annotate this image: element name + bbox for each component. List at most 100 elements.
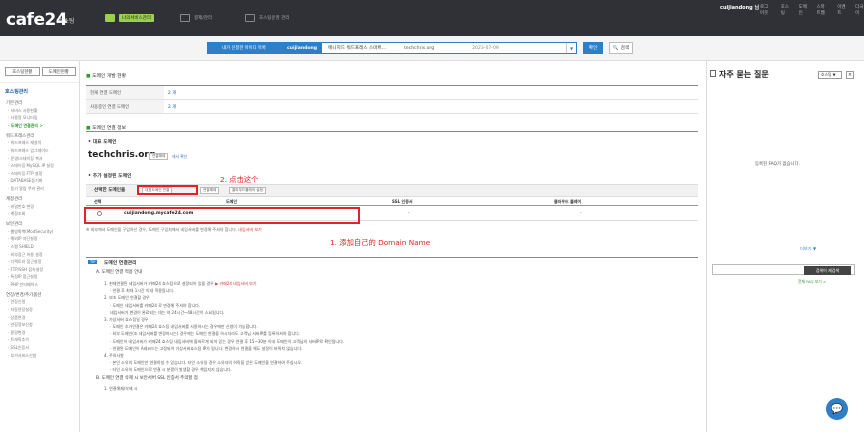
sidebar-item[interactable]: · 용량변경	[0, 329, 79, 337]
tab-hosting-ops[interactable]: 호스팅운영 관리	[245, 11, 289, 25]
faq-more-link[interactable]: 더보기 ▼	[800, 246, 816, 252]
sidebar-item[interactable]: · PHP 인터페이스	[0, 281, 79, 289]
tip-badge: TIP	[88, 260, 98, 264]
row-cloudflare: -	[580, 211, 582, 216]
domain-link[interactable]: 도메인	[799, 4, 808, 16]
guide-line: · 외부 도메인(조 네임서버를 변경하시는) 경우에는 도메인 연결을 하시더…	[110, 331, 301, 337]
top-bar: cafe24 호스팅 나의서비스관리 결제/관리 호스팅운영 관리 cuijia…	[0, 0, 864, 36]
faq-book-icon	[710, 70, 716, 77]
rep-domain: techchris.org	[88, 150, 156, 160]
logout-link[interactable]: 로그아웃	[760, 4, 772, 16]
guide-line: 네임서버가 변경이 완료되는 데는 약 24시간~48시간이 소요됩니다.	[110, 309, 225, 315]
hosting-link[interactable]: 호스팅	[781, 4, 790, 16]
close-icon[interactable]: ×	[846, 71, 854, 79]
sidebar-group-title: 계정관리	[6, 196, 23, 202]
highlight-box-step2	[137, 185, 198, 195]
top-username: cuijiandong 님	[720, 5, 760, 11]
left-sidebar: 호스팅현황 도메인현황 호스팅관리 기본관리 · 서비스 사용현황 · 사용량 모니…	[0, 61, 80, 432]
guide-line: B. 도메인 연결 삭제 시 보안서버 SSL 인증서 주의할 점	[96, 375, 198, 381]
sidebar-item[interactable]: · SSL인증서	[0, 344, 79, 352]
monitor-icon	[105, 14, 115, 22]
guide-title: 도메인 연결관리	[104, 261, 137, 266]
sidebar-group-title: 연장/변경/추가옵션	[6, 292, 42, 298]
tab-my-service[interactable]: 나의서비스관리	[105, 11, 154, 25]
sidebar-item[interactable]: · 스테이징 MySQL IP 설정	[0, 163, 79, 171]
chat-help-icon[interactable]: 💬	[826, 398, 848, 420]
guide-line: A. 도메인 연결 적용 안내	[96, 270, 143, 275]
rep-disconnect-button[interactable]: 연결해제	[149, 153, 169, 160]
faq-all-link[interactable]: 전체 FAQ 보기 >	[798, 279, 826, 285]
sidebar-item[interactable]: · 서비스 사용현황	[0, 107, 79, 115]
rep-check-link[interactable]: 에서 확인	[172, 154, 187, 160]
sidebar-item[interactable]: · 상품변경	[0, 314, 79, 322]
nameserver-link[interactable]: 네임서버 보기	[238, 227, 261, 232]
sidebar-item[interactable]: · 비밀번호 변경	[0, 203, 79, 211]
table-row: 사용중인 연결 도메인 2 개	[86, 100, 698, 114]
account-list-label: 내가 신청한 아이디 목록	[207, 42, 281, 54]
sidebar-item[interactable]: · 스팸 SHIELD	[0, 243, 79, 251]
info-section-title: ■ 도메인 연결 정보	[86, 126, 127, 131]
search-icon: 🔍	[612, 45, 619, 51]
guide-line: · 타인 소유의 도메인으로 연결 시 분쟁이 발생할 경우 책임지지 않습니다…	[110, 367, 232, 373]
search-button[interactable]: 🔍 검색	[609, 42, 633, 54]
sidebar-item[interactable]: · 계정조회	[0, 211, 79, 219]
logo-subtitle: 호스팅	[58, 18, 75, 25]
sidebar-item[interactable]: · 동기 알림 쿠키 관리	[0, 185, 79, 193]
sidebar-item[interactable]: · 웹방화벽(ModSecurity)	[0, 228, 79, 236]
event-link[interactable]: 이벤트	[837, 4, 846, 16]
guide-line: 4. 주의사항	[104, 353, 124, 358]
tab-billing[interactable]: 결제/관리	[180, 11, 212, 25]
guide-line: · 도메인 네임서버를 카페24 로 변경해 주셔야 합니다.	[110, 302, 201, 308]
faq-title: 자주 묻는 질문	[719, 70, 769, 79]
account-select[interactable]: cuijiandong 매니지드 워드프레스 스마트... techchris.…	[281, 42, 577, 54]
guide-line: 1. 현재연결된 네임서버가 카페24 호스팅으로 설정되어 있을 경우 ▶ 카…	[104, 281, 257, 286]
faq-search-button[interactable]: 검색어 재검색	[804, 266, 851, 275]
tab-hosting-status[interactable]: 호스팅현황	[5, 67, 40, 76]
sidebar-item[interactable]: · 부가서비스신청	[0, 352, 79, 360]
guide-line: 2. 보조 도메인 연결할 경우	[104, 295, 150, 301]
added-domain-heading: • 추가 설정된 도메인	[88, 174, 132, 179]
cloudflare-settings-button[interactable]: 클라우드플레어 설정	[229, 187, 266, 194]
sidebar-item[interactable]: · 도메인 연결관리 >	[0, 122, 79, 130]
sidebar-item[interactable]: · 운영/스테이징 복사	[0, 155, 79, 163]
language-link[interactable]: 다국어	[855, 4, 864, 16]
guide-line: 1. 연결해제/삭제 시	[104, 385, 138, 391]
domain-table-header: 선택 도메인 SSL 인증서 클라우드 플레어	[86, 198, 698, 206]
sidebar-item[interactable]: · 사용량 모니터링	[0, 115, 79, 123]
nameserver-note: ※ 외부에서 도메인을 구입하신 경우, 도메인 구입처에서 네임서버를 변경해…	[86, 227, 262, 232]
sidebar-item[interactable]: · DATABASE동기화	[0, 178, 79, 186]
selected-domain: techchris.org	[404, 45, 435, 51]
guide-line: · 연결 후 최대 1시간 이내 적용됩니다.	[110, 288, 175, 294]
selected-user-id: cuijiandong	[282, 43, 323, 53]
sidebar-item[interactable]: · 디렉토리 접근설정	[0, 259, 79, 267]
chevron-down-icon[interactable]: ▼	[566, 43, 576, 53]
sidebar-item[interactable]: · 워드프레스 업그레이드	[0, 147, 79, 155]
status-section-title: ■ 도메인 개발 현황	[86, 74, 127, 79]
sidebar-group-title: 워드프레스관리	[6, 133, 35, 139]
sidebar-item[interactable]: · 자동연장설정	[0, 306, 79, 314]
confirm-button[interactable]: 확인	[583, 42, 603, 54]
sidebar-item[interactable]: · 외부접근 허용 설정	[0, 251, 79, 259]
guide-link[interactable]: ▶ 카페24 네임서버 보기	[215, 281, 256, 286]
row-ssl: -	[408, 211, 410, 216]
top-links: 로그아웃 호스팅 도메인 스마트웹 이벤트 다국어	[760, 4, 864, 16]
smartweb-link[interactable]: 스마트웹	[816, 4, 828, 16]
guide-line: 3. 가상서버 호스팅일 경우	[104, 317, 149, 322]
sidebar-item[interactable]: · 트래픽추가	[0, 337, 79, 345]
sidebar-item[interactable]: · 특정IP 접근설정	[0, 274, 79, 282]
sidebar-item[interactable]: · 해외IP 차단설정	[0, 236, 79, 244]
sidebar-item[interactable]: · 연장정보신청	[0, 322, 79, 330]
sidebar-item[interactable]: · FTP/SSH 접속설정	[0, 266, 79, 274]
annotation-step1: 1. 添加自己的 Domain Name	[330, 238, 431, 247]
table-row: 현재 연결 도메인 2 개	[86, 86, 698, 100]
faq-panel	[706, 61, 864, 432]
sidebar-item[interactable]: · 연장신청	[0, 299, 79, 307]
sidebar-group-title: 기본관리	[6, 101, 23, 106]
sidebar-item[interactable]: · 스테이징 FTP 설정	[0, 170, 79, 178]
sidebar-item[interactable]: · 워드프레스 재설치	[0, 140, 79, 148]
disconnect-button[interactable]: 연결해제	[200, 187, 220, 194]
highlight-box-step1	[84, 207, 360, 224]
tab-domain-status[interactable]: 도메인현황	[41, 67, 76, 76]
faq-category-select[interactable]: 호스팅 ▼	[818, 71, 842, 79]
faq-empty-text: 등록된 FAQ가 없습니다.	[755, 162, 801, 167]
